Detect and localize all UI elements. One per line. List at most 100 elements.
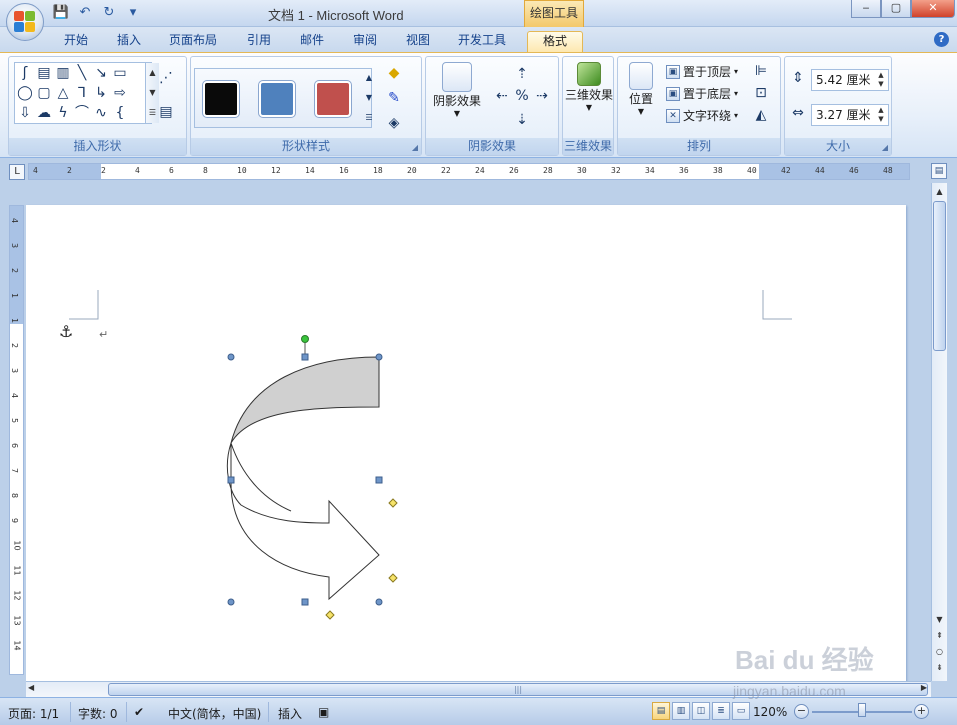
view-ruler-icon[interactable]: ▤ <box>931 163 947 179</box>
next-page-icon[interactable]: ⇟ <box>933 661 946 675</box>
arrow-line-shape-icon[interactable]: ↘ <box>92 64 110 82</box>
vertical-ruler[interactable]: 4 3 2 1 1 2 3 4 5 6 7 8 9 10 11 12 13 14 <box>9 205 24 675</box>
shape-outline-icon[interactable]: ✎ <box>385 89 403 107</box>
style-swatch-blue[interactable] <box>259 81 295 117</box>
shapes-gallery[interactable]: ʃ ▤ ▥ ╲ ↘ ▭ ◯ ▢ △ ⅂ ↳ ⇨ ⇩ ☁ ϟ ⌒ ∿ { ▲ ▼ … <box>14 62 159 124</box>
curve-shape-icon[interactable]: ∿ <box>92 104 110 122</box>
send-to-back-button[interactable]: ▣ 置于底层 ▾ <box>666 85 738 102</box>
style-gallery-down-icon[interactable]: ▼ <box>360 89 378 107</box>
zoom-slider-knob[interactable] <box>858 703 866 717</box>
zoom-out-icon[interactable]: − <box>794 704 809 719</box>
horizontal-ruler[interactable]: 4 2 2 4 6 8 10 12 14 16 18 20 22 24 26 28 30 32 34 36 38 40 42… <box>28 163 910 180</box>
customize-qat-icon[interactable]: ▾ <box>124 4 142 22</box>
redo-icon[interactable]: ↻ <box>100 4 118 22</box>
width-spinner-icon[interactable]: ▲ ▼ <box>876 106 886 124</box>
brace-shape-icon[interactable]: { <box>111 104 129 122</box>
tab-format[interactable]: 格式 <box>527 31 583 52</box>
tab-review[interactable]: 审阅 <box>344 31 386 52</box>
tab-page-layout[interactable]: 页面布局 <box>162 31 224 52</box>
select-browse-object-icon[interactable]: ○ <box>933 645 946 659</box>
style-swatch-red[interactable] <box>315 81 351 117</box>
height-spinner-icon[interactable]: ▲ ▼ <box>876 71 886 89</box>
draft-view-icon[interactable]: ▭ <box>732 702 750 720</box>
size-launcher-icon[interactable]: ◢ <box>882 143 888 152</box>
zoom-in-icon[interactable]: + <box>914 704 929 719</box>
right-arrow-shape-icon[interactable]: ⇨ <box>111 84 129 102</box>
document-area[interactable]: ⚓ ↵ <box>26 183 931 681</box>
full-screen-reading-icon[interactable]: ▥ <box>672 702 690 720</box>
tab-view[interactable]: 视图 <box>397 31 439 52</box>
cloud-shape-icon[interactable]: ☁ <box>35 104 53 122</box>
nudge-shadow-left-icon[interactable]: ⇠ <box>493 87 511 105</box>
shadow-effects-button[interactable]: 阴影效果 ▼ <box>430 62 484 118</box>
shadow-toggle-icon[interactable]: % <box>513 87 531 105</box>
triangle-shape-icon[interactable]: △ <box>54 84 72 102</box>
align-icon[interactable]: ⊫ <box>752 62 770 80</box>
proofing-icon[interactable]: ✔ <box>134 705 144 719</box>
tab-insert[interactable]: 插入 <box>108 31 150 52</box>
change-shape-icon[interactable]: ◈ <box>385 114 403 132</box>
tab-home[interactable]: 开始 <box>54 31 98 52</box>
position-button[interactable]: 位置 ▼ <box>622 62 660 116</box>
shape-height-field[interactable]: 5.42 厘米 ▲ ▼ <box>811 69 889 91</box>
previous-page-icon[interactable]: ⇞ <box>933 629 946 643</box>
rotate-icon[interactable]: ◭ <box>752 106 770 124</box>
nudge-shadow-down-icon[interactable]: ⇣ <box>513 111 531 129</box>
style-gallery-up-icon[interactable]: ▲ <box>360 69 378 87</box>
3d-effects-button[interactable]: 三维效果 ▼ <box>563 62 615 112</box>
status-page[interactable]: 页面: 1/1 <box>8 705 59 722</box>
tab-selector-icon[interactable]: L <box>9 164 25 180</box>
style-gallery-more-icon[interactable]: ☰ <box>360 109 378 127</box>
textbox-shape-icon[interactable]: ▤ <box>35 64 53 82</box>
print-layout-icon[interactable]: ▤ <box>652 702 670 720</box>
document-page[interactable]: ⚓ ↵ <box>26 205 906 681</box>
close-button[interactable]: ✕ <box>911 0 955 18</box>
shape-width-field[interactable]: 3.27 厘米 ▲ ▼ <box>811 104 889 126</box>
rounded-rectangle-shape-icon[interactable]: ▢ <box>35 84 53 102</box>
status-language[interactable]: 中文(简体，中国) <box>168 705 261 722</box>
oval-shape-icon[interactable]: ◯ <box>16 84 34 102</box>
bring-to-front-button[interactable]: ▣ 置于顶层 ▾ <box>666 63 738 80</box>
down-arrow-shape-icon[interactable]: ⇩ <box>16 104 34 122</box>
save-icon[interactable]: 💾 <box>52 4 70 22</box>
scroll-down-icon[interactable]: ▼ <box>933 613 946 627</box>
scroll-left-icon[interactable]: ◀ <box>28 683 34 692</box>
line-shape-icon[interactable]: ╲ <box>73 64 91 82</box>
maximize-button[interactable]: ▢ <box>881 0 911 18</box>
web-layout-icon[interactable]: ◫ <box>692 702 710 720</box>
undo-icon[interactable]: ↶ <box>76 4 94 22</box>
vertical-textbox-shape-icon[interactable]: ▥ <box>54 64 72 82</box>
freeform-shape-icon[interactable]: ʃ <box>16 64 34 82</box>
elbow-connector-shape-icon[interactable]: ⅂ <box>73 84 91 102</box>
group-objects-icon[interactable]: ⊡ <box>752 84 770 102</box>
edit-shape-icon[interactable]: ⋰ <box>157 69 175 87</box>
help-icon[interactable]: ? <box>934 32 949 47</box>
ruler-tick-label: 40 <box>747 166 757 175</box>
macro-record-icon[interactable]: ▣ <box>318 705 329 719</box>
nudge-shadow-up-icon[interactable]: ⇡ <box>513 65 531 83</box>
scroll-right-icon[interactable]: ▶ <box>921 683 927 692</box>
outline-view-icon[interactable]: ≣ <box>712 702 730 720</box>
tab-mailings[interactable]: 邮件 <box>291 31 333 52</box>
curved-arrow-shape[interactable] <box>221 333 411 623</box>
tab-developer[interactable]: 开发工具 <box>450 31 514 52</box>
zoom-level[interactable]: 120% <box>753 705 787 719</box>
lightning-shape-icon[interactable]: ϟ <box>54 104 72 122</box>
draw-textbox-icon[interactable]: ▤ <box>157 103 175 121</box>
style-swatch-black[interactable] <box>203 81 239 117</box>
shape-fill-icon[interactable]: ◆ <box>385 64 403 82</box>
status-words[interactable]: 字数: 0 <box>78 705 118 722</box>
office-button[interactable] <box>6 3 44 41</box>
vertical-scroll-thumb[interactable] <box>933 201 946 351</box>
shape-styles-launcher-icon[interactable]: ◢ <box>412 143 418 152</box>
minimize-button[interactable]: ‒ <box>851 0 881 18</box>
scroll-up-icon[interactable]: ▲ <box>933 185 946 199</box>
elbow-arrow-shape-icon[interactable]: ↳ <box>92 84 110 102</box>
vertical-scrollbar[interactable]: ▲ ▼ ⇞ ○ ⇟ <box>931 183 947 681</box>
text-wrap-button[interactable]: ✕ 文字环绕 ▾ <box>666 107 738 124</box>
arc-shape-icon[interactable]: ⌒ <box>73 104 91 122</box>
tab-references[interactable]: 引用 <box>238 31 280 52</box>
status-insert-mode[interactable]: 插入 <box>278 705 302 722</box>
nudge-shadow-right-icon[interactable]: ⇢ <box>533 87 551 105</box>
rectangle-shape-icon[interactable]: ▭ <box>111 64 129 82</box>
